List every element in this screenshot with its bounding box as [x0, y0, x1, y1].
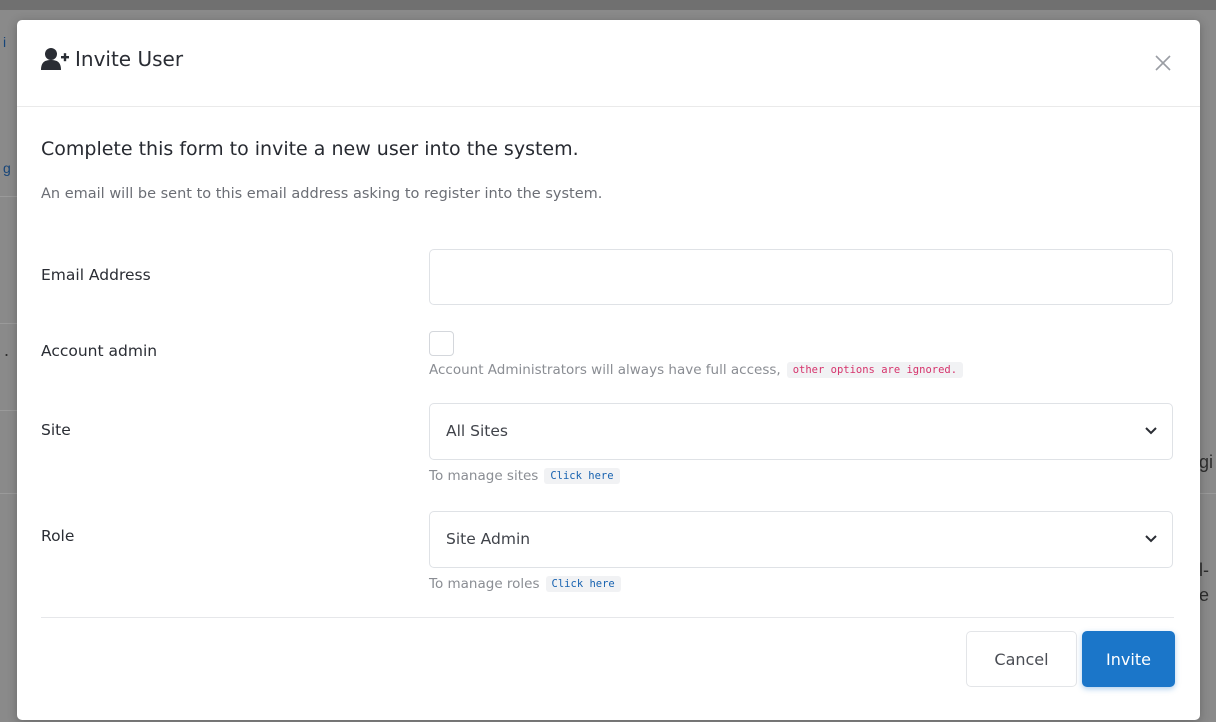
account-admin-help: Account Administrators will always have …: [429, 362, 964, 378]
email-field-wrapper: [429, 249, 1173, 305]
role-help: To manage roles Click here: [429, 576, 621, 592]
site-select-value: All Sites: [446, 422, 508, 440]
role-select-value: Site Admin: [446, 530, 531, 548]
modal-header: Invite User: [17, 20, 1200, 107]
footer-divider: [41, 617, 1174, 618]
site-help: To manage sites Click here: [429, 468, 620, 484]
site-help-text: To manage sites: [429, 468, 539, 484]
account-admin-checkbox[interactable]: [429, 331, 454, 356]
close-icon[interactable]: [1152, 52, 1174, 74]
role-select[interactable]: Site Admin: [429, 511, 1173, 568]
background-fragment: e: [1199, 585, 1210, 605]
form-heading: Complete this form to invite a new user …: [41, 138, 579, 160]
invite-button[interactable]: Invite: [1082, 631, 1175, 687]
account-admin-help-text: Account Administrators will always have …: [429, 362, 781, 378]
background-fragment: .: [4, 340, 10, 360]
modal-title-text: Invite User: [75, 47, 184, 71]
background-fragment: gi: [1199, 452, 1214, 472]
email-label: Email Address: [41, 266, 151, 284]
user-plus-icon: [41, 48, 69, 70]
role-help-text: To manage roles: [429, 576, 540, 592]
manage-roles-link[interactable]: Click here: [545, 576, 621, 592]
background-divider: [0, 196, 17, 197]
background-fragment: i: [3, 34, 7, 50]
background-fragment: g: [3, 160, 11, 176]
manage-sites-link[interactable]: Click here: [544, 468, 620, 484]
site-select[interactable]: All Sites: [429, 403, 1173, 460]
background-divider: [0, 410, 17, 411]
background-top-strip: [0, 0, 1216, 10]
account-admin-label: Account admin: [41, 342, 158, 360]
email-field[interactable]: [430, 250, 1172, 304]
chevron-down-icon: [1145, 427, 1157, 435]
invite-user-modal: Invite User Complete this form to invite…: [17, 20, 1200, 720]
background-fragment: l-: [1199, 560, 1209, 580]
background-divider: [1200, 493, 1216, 494]
site-label: Site: [41, 421, 71, 439]
account-admin-help-code: other options are ignored.: [786, 362, 964, 378]
form-subheading: An email will be sent to this email addr…: [41, 186, 603, 202]
background-divider: [0, 323, 17, 324]
chevron-down-icon: [1145, 535, 1157, 543]
cancel-button[interactable]: Cancel: [966, 631, 1077, 687]
modal-title: Invite User: [41, 47, 183, 71]
background-divider: [0, 493, 17, 494]
role-label: Role: [41, 527, 75, 545]
